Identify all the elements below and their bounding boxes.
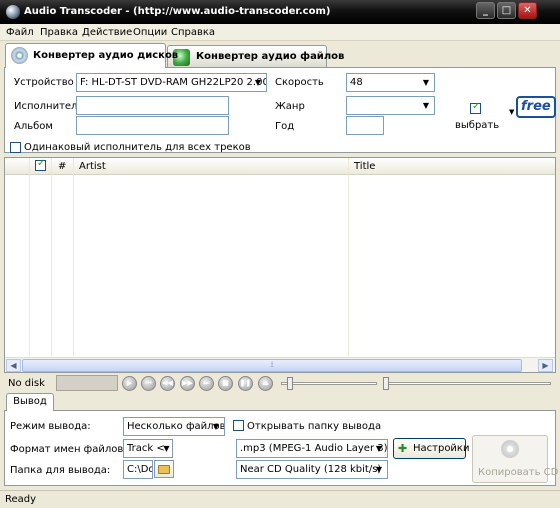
settings-button[interactable]: ✚ Настройки — [393, 438, 469, 459]
chevron-down-icon: ▼ — [422, 78, 430, 87]
skip-start-icon[interactable]: ⏮ — [141, 376, 156, 391]
select-all-checkbox[interactable] — [470, 101, 481, 114]
filename-format-select[interactable]: Track < ▼ — [123, 439, 173, 458]
artist-field[interactable] — [76, 96, 229, 115]
menu-action[interactable]: Действие — [82, 27, 132, 38]
menu-help[interactable]: Справка — [171, 27, 215, 38]
volume-slider-thumb[interactable] — [287, 377, 293, 390]
column-divider — [29, 158, 30, 356]
volume-slider[interactable] — [281, 382, 377, 385]
scrollbar-thumb[interactable]: ⁞ — [22, 359, 522, 372]
tab-output[interactable]: Вывод — [6, 393, 54, 411]
genre-label: Жанр — [275, 101, 305, 112]
device-label: Устройство — [14, 77, 74, 88]
codec-select[interactable]: .mp3 (MPEG-1 Audio Layer 3) ▼ — [236, 439, 388, 458]
genre-select[interactable]: ▼ — [346, 96, 435, 115]
chevron-down-icon: ▼ — [375, 465, 383, 474]
close-button[interactable]: ✕ — [518, 2, 537, 19]
device-select[interactable]: F: HL-DT-ST DVD-RAM GH22LP20 2.00 ▼ — [76, 73, 267, 92]
year-label: Год — [275, 121, 295, 132]
column-number[interactable]: # — [58, 161, 66, 172]
speed-select[interactable]: 48 ▼ — [346, 73, 435, 92]
minimize-button[interactable]: _ — [476, 2, 495, 19]
output-folder-label: Папка для вывода: — [10, 465, 111, 476]
main-tabs: Конвертер аудио дисков Конвертер аудио ф… — [0, 41, 560, 68]
column-divider — [73, 158, 74, 356]
pause-icon[interactable]: ❚❚ — [238, 376, 253, 391]
menu-file[interactable]: Файл — [6, 27, 34, 38]
open-output-folder-label: Открывать папку вывода — [247, 421, 382, 432]
chevron-down-icon: ▼ — [375, 444, 383, 453]
album-field[interactable] — [76, 116, 229, 135]
menu-edit[interactable]: Правка — [40, 27, 78, 38]
chevron-down-icon: ▼ — [254, 78, 262, 87]
browse-folder-button[interactable] — [154, 460, 174, 478]
select-dropdown-arrow[interactable]: ▼ — [509, 108, 514, 116]
artist-label: Исполнитель — [14, 101, 84, 112]
chevron-down-icon: ▼ — [163, 444, 170, 453]
free-logo: free — [516, 96, 556, 118]
window-title: Audio Transcoder - (http://www.audio-tra… — [24, 6, 331, 17]
output-folder-field[interactable]: C:\Doc — [123, 460, 153, 479]
disk-status: No disk — [8, 378, 45, 389]
column-divider — [51, 158, 52, 356]
folder-icon — [158, 465, 170, 474]
menu-bar: Файл Правка Действие Опции Справка — [0, 24, 560, 41]
app-icon — [6, 5, 20, 19]
status-bar: Ready — [0, 490, 560, 508]
column-artist[interactable]: Artist — [79, 161, 106, 172]
filename-format-label: Формат имен файлов: — [10, 444, 127, 455]
year-field[interactable] — [346, 116, 384, 135]
rewind-icon[interactable]: ◀◀ — [160, 376, 175, 391]
eject-icon[interactable]: ⏏ — [258, 376, 273, 391]
position-slider-thumb[interactable] — [383, 377, 389, 390]
fast-forward-icon[interactable]: ▶▶ — [180, 376, 195, 391]
column-divider — [348, 158, 349, 356]
track-list[interactable]: # Artist Title ◀ ⁞ ▶ — [4, 157, 556, 373]
maximize-button[interactable]: □ — [497, 2, 516, 19]
player-bar: No disk ▶ ⏮ ◀◀ ▶▶ ⏭ ■ ❚❚ ⏏ — [0, 374, 560, 393]
title-bar: Audio Transcoder - (http://www.audio-tra… — [0, 0, 560, 24]
quality-select[interactable]: Near CD Quality (128 kbit/s) ▼ — [236, 460, 388, 479]
header-select-checkbox[interactable] — [35, 158, 46, 171]
same-artist-checkbox[interactable] — [10, 142, 21, 153]
scroll-left-button[interactable]: ◀ — [6, 359, 21, 372]
skip-end-icon[interactable]: ⏭ — [199, 376, 214, 391]
position-slider[interactable] — [383, 382, 551, 385]
album-label: Альбом — [14, 121, 53, 132]
tab-audio-disc-converter[interactable]: Конвертер аудио дисков — [5, 43, 178, 68]
chevron-down-icon: ▼ — [422, 101, 430, 110]
stop-icon[interactable]: ■ — [218, 376, 233, 391]
horizontal-scrollbar[interactable]: ◀ ⁞ ▶ — [5, 357, 555, 372]
cd-icon — [501, 440, 519, 458]
tab-audio-file-converter[interactable]: Конвертер аудио файлов — [167, 45, 344, 67]
copy-cd-button[interactable]: Копировать CD — [472, 435, 558, 483]
open-output-folder-checkbox[interactable] — [233, 420, 244, 431]
chevron-down-icon: ▼ — [212, 422, 220, 431]
output-mode-label: Режим вывода: — [10, 421, 91, 432]
scroll-right-button[interactable]: ▶ — [538, 359, 553, 372]
same-artist-label: Одинаковый исполнитель для всех треков — [24, 142, 251, 153]
speed-label: Скорость — [275, 77, 324, 88]
cd-icon — [11, 47, 28, 64]
output-mode-select[interactable]: Несколько файлов ▼ — [123, 417, 225, 436]
status-text: Ready — [5, 494, 37, 505]
play-icon[interactable]: ▶ — [122, 376, 137, 391]
track-list-header: # Artist Title — [5, 158, 555, 175]
menu-options[interactable]: Опции — [133, 27, 167, 38]
settings-icon: ✚ — [398, 442, 408, 455]
column-title[interactable]: Title — [354, 161, 375, 172]
time-display — [56, 375, 118, 391]
select-label: выбрать — [455, 120, 500, 131]
